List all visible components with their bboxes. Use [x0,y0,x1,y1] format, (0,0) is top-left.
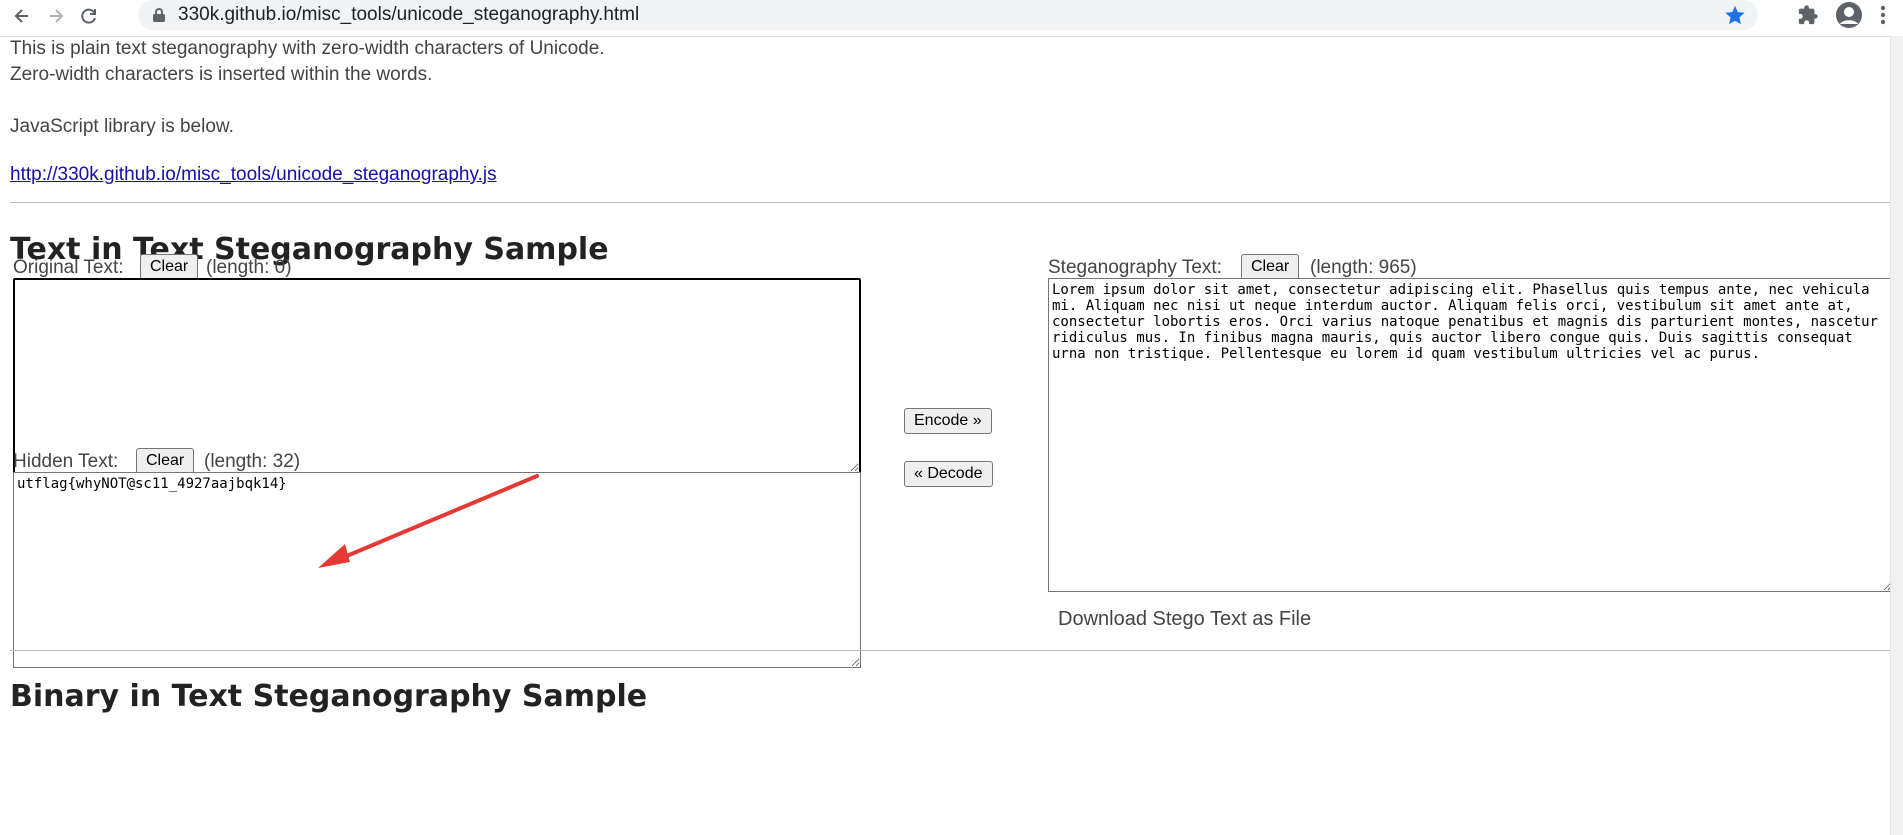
browser-toolbar: 330k.github.io/misc_tools/unicode_stegan… [0,0,1903,37]
hidden-clear-button[interactable]: Clear [136,448,195,474]
decode-button[interactable]: « Decode [904,461,993,487]
page-scrollbar[interactable] [1890,36,1903,835]
kebab-menu-icon[interactable] [1879,4,1887,30]
url-text: 330k.github.io/misc_tools/unicode_stegan… [178,4,640,25]
intro-line-1: This is plain text steganography with ze… [10,38,605,59]
encode-button[interactable]: Encode » [904,408,992,434]
intro-line-2: Zero-width characters is inserted within… [10,64,433,85]
original-clear-button[interactable]: Clear [140,254,199,280]
original-length: (length: 0) [206,257,292,278]
original-text-input[interactable] [13,278,861,474]
divider-bottom [10,650,1893,651]
bookmark-star-icon[interactable] [1724,4,1746,30]
profile-avatar-icon[interactable] [1835,1,1863,33]
hidden-text-input[interactable] [13,472,861,668]
stego-clear-button[interactable]: Clear [1241,254,1300,280]
forward-icon[interactable] [42,2,70,30]
original-text-label: Original Text: [13,257,124,278]
lock-icon [152,7,168,23]
address-bar[interactable]: 330k.github.io/misc_tools/unicode_stegan… [138,0,1758,30]
divider-top [10,202,1893,203]
reload-icon[interactable] [75,2,103,30]
extensions-puzzle-icon[interactable] [1797,4,1819,30]
next-section-title: Binary in Text Steganography Sample [10,679,648,714]
download-stego-link[interactable]: Download Stego Text as File [1058,608,1311,631]
hidden-text-label: Hidden Text: [13,451,119,472]
hidden-length: (length: 32) [204,451,301,472]
back-icon[interactable] [8,2,36,30]
stego-length: (length: 965) [1310,257,1417,278]
intro-line-3: JavaScript library is below. [10,116,234,137]
library-link[interactable]: http://330k.github.io/misc_tools/unicode… [10,164,497,186]
stego-text-output[interactable] [1048,278,1893,592]
stego-text-label: Steganography Text: [1048,257,1222,278]
